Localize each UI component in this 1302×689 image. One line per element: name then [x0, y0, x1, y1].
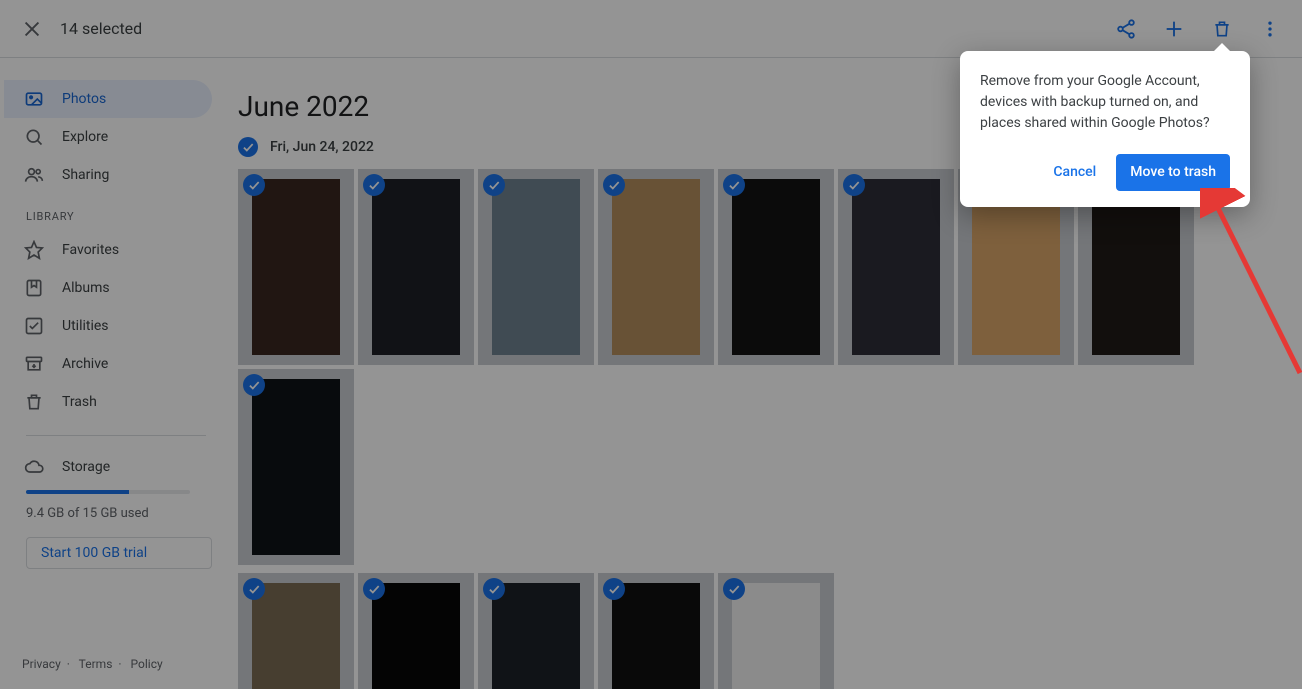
- confirm-delete-dialog: Remove from your Google Account, devices…: [960, 51, 1250, 207]
- photo-thumbnail: [732, 179, 820, 355]
- photo-tile[interactable]: [838, 169, 954, 365]
- close-selection-button[interactable]: [8, 5, 56, 53]
- star-icon: [24, 240, 44, 260]
- sidebar-item-label: Utilities: [62, 318, 109, 334]
- photo-grid: [238, 169, 1276, 689]
- trash-icon: [1212, 19, 1232, 39]
- sidebar-item-photos[interactable]: Photos: [4, 80, 212, 118]
- date-label: Fri, Jun 24, 2022: [270, 139, 374, 155]
- selected-check-icon[interactable]: [243, 174, 265, 196]
- footer-terms[interactable]: Terms: [79, 657, 113, 671]
- sidebar-item-label: Albums: [62, 280, 110, 296]
- photo-tile[interactable]: [478, 573, 594, 689]
- selected-check-icon[interactable]: [723, 174, 745, 196]
- trash-icon: [24, 392, 44, 412]
- sidebar-item-label: Trash: [62, 394, 97, 410]
- storage-bar: 9.4 GB of 15 GB used: [26, 490, 190, 521]
- sidebar-item-favorites[interactable]: Favorites: [4, 231, 212, 269]
- photo-thumbnail: [732, 583, 820, 689]
- photo-tile[interactable]: [598, 169, 714, 365]
- start-trial-button[interactable]: Start 100 GB trial: [26, 537, 212, 569]
- storage-text: 9.4 GB of 15 GB used: [26, 506, 190, 521]
- image-icon: [24, 89, 44, 109]
- library-section-label: LIBRARY: [4, 194, 212, 231]
- sidebar-item-sharing[interactable]: Sharing: [4, 156, 212, 194]
- share-button[interactable]: [1102, 5, 1150, 53]
- share-icon: [1115, 18, 1137, 40]
- dialog-message: Remove from your Google Account, devices…: [980, 71, 1230, 134]
- photo-thumbnail: [252, 379, 340, 555]
- cancel-button[interactable]: Cancel: [1041, 154, 1108, 191]
- photo-thumbnail: [252, 583, 340, 689]
- selected-check-icon[interactable]: [243, 374, 265, 396]
- sidebar-item-label: Favorites: [62, 242, 119, 258]
- move-to-trash-button[interactable]: Move to trash: [1116, 154, 1230, 191]
- photo-tile[interactable]: [358, 169, 474, 365]
- sidebar-item-label: Archive: [62, 356, 108, 372]
- search-icon: [24, 127, 44, 147]
- photo-thumbnail: [372, 583, 460, 689]
- date-select-check-icon[interactable]: [238, 137, 258, 157]
- selection-count: 14 selected: [60, 19, 142, 38]
- sidebar-item-albums[interactable]: Albums: [4, 269, 212, 307]
- sidebar-item-label: Storage: [62, 459, 110, 475]
- sidebar-item-archive[interactable]: Archive: [4, 345, 212, 383]
- sidebar: Photos Explore Sharing LIBRARY Favorites…: [0, 58, 212, 689]
- photo-thumbnail: [252, 179, 340, 355]
- selected-check-icon[interactable]: [603, 174, 625, 196]
- people-icon: [24, 165, 44, 185]
- sidebar-item-storage[interactable]: Storage: [4, 450, 212, 484]
- photo-tile[interactable]: [238, 169, 354, 365]
- photo-tile[interactable]: [718, 169, 834, 365]
- selected-check-icon[interactable]: [363, 578, 385, 600]
- photo-tile[interactable]: [478, 169, 594, 365]
- selected-check-icon[interactable]: [723, 578, 745, 600]
- cloud-icon: [24, 457, 44, 477]
- sidebar-item-trash[interactable]: Trash: [4, 383, 212, 421]
- footer-privacy[interactable]: Privacy: [22, 657, 61, 671]
- photo-tile[interactable]: [358, 573, 474, 689]
- footer-policy[interactable]: Policy: [131, 657, 163, 671]
- sidebar-item-label: Sharing: [62, 167, 109, 183]
- photo-thumbnail: [492, 179, 580, 355]
- selected-check-icon[interactable]: [483, 578, 505, 600]
- selected-check-icon[interactable]: [603, 578, 625, 600]
- sidebar-item-explore[interactable]: Explore: [4, 118, 212, 156]
- plus-icon: [1163, 18, 1185, 40]
- photo-thumbnail: [492, 583, 580, 689]
- more-button[interactable]: [1246, 5, 1294, 53]
- close-icon: [21, 18, 43, 40]
- selected-check-icon[interactable]: [363, 174, 385, 196]
- more-vert-icon: [1260, 19, 1280, 39]
- photo-thumbnail: [612, 583, 700, 689]
- photo-thumbnail: [372, 179, 460, 355]
- sidebar-item-utilities[interactable]: Utilities: [4, 307, 212, 345]
- add-to-button[interactable]: [1150, 5, 1198, 53]
- photo-tile[interactable]: [598, 573, 714, 689]
- selection-topbar: 14 selected: [0, 0, 1302, 58]
- sidebar-item-label: Photos: [62, 91, 106, 107]
- divider: [26, 435, 206, 436]
- photo-thumbnail: [612, 179, 700, 355]
- selected-check-icon[interactable]: [243, 578, 265, 600]
- archive-icon: [24, 354, 44, 374]
- footer-links: Privacy· Terms· Policy: [22, 657, 163, 671]
- photo-tile[interactable]: [718, 573, 834, 689]
- selected-check-icon[interactable]: [843, 174, 865, 196]
- photo-thumbnail: [852, 179, 940, 355]
- storage-fill: [26, 490, 129, 494]
- selected-check-icon[interactable]: [483, 174, 505, 196]
- sidebar-item-label: Explore: [62, 129, 108, 145]
- grid-check-icon: [24, 316, 44, 336]
- photo-tile[interactable]: [238, 573, 354, 689]
- bookmark-icon: [24, 278, 44, 298]
- photo-tile[interactable]: [238, 369, 354, 565]
